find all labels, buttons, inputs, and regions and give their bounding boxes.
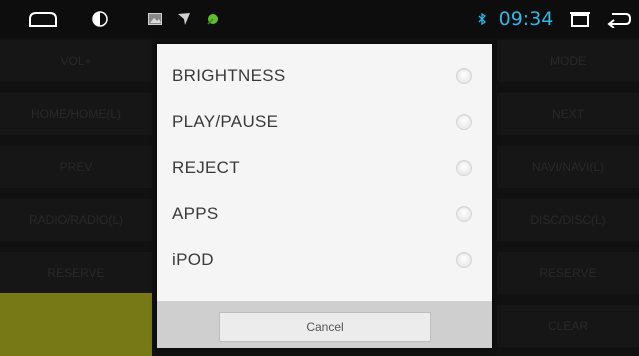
option-label: APPS — [172, 204, 219, 223]
option-brightness[interactable]: BRIGHTNESS — [157, 53, 492, 99]
option-label: REJECT — [172, 158, 240, 177]
back-icon[interactable] — [604, 0, 634, 38]
brightness-icon — [88, 0, 112, 38]
image-icon — [145, 0, 165, 38]
radio-button[interactable] — [456, 114, 472, 130]
recent-apps-icon[interactable] — [563, 0, 597, 38]
option-label: BRIGHTNESS — [172, 66, 286, 85]
radio-button[interactable] — [456, 206, 472, 222]
radio-button[interactable] — [456, 68, 472, 84]
option-label: iPOD — [172, 250, 214, 269]
navigation-icon — [174, 0, 194, 38]
leaf-icon — [203, 0, 223, 38]
option-play-pause[interactable]: PLAY/PAUSE — [157, 99, 492, 145]
status-bar: 09:34 — [0, 0, 639, 38]
option-label: PLAY/PAUSE — [172, 112, 279, 131]
clock: 09:34 — [498, 8, 554, 30]
radio-button[interactable] — [456, 252, 472, 268]
option-reject[interactable]: REJECT — [157, 145, 492, 191]
option-apps[interactable]: APPS — [157, 191, 492, 237]
home-icon[interactable] — [26, 0, 60, 38]
bluetooth-icon — [476, 0, 488, 38]
cancel-button[interactable]: Cancel — [219, 312, 431, 342]
option-ipod[interactable]: iPOD — [157, 237, 492, 283]
key-assignment-dialog: BRIGHTNESS PLAY/PAUSE REJECT APPS iPOD C… — [157, 44, 492, 348]
radio-button[interactable] — [456, 160, 472, 176]
dialog-footer: Cancel — [157, 302, 492, 348]
